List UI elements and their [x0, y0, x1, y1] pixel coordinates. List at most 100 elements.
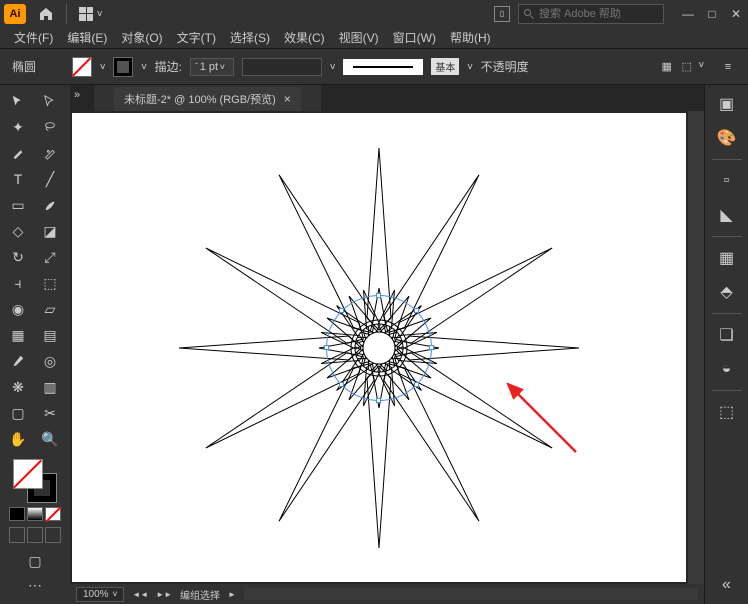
panel-collapse-tab[interactable] — [696, 340, 704, 380]
workspace-switcher[interactable]: ⅴ — [79, 7, 102, 21]
chevron-down-icon[interactable]: ⅴ — [699, 59, 704, 75]
selection-tool[interactable] — [4, 89, 32, 113]
gradient-tool[interactable]: ▤ — [36, 323, 64, 347]
fill-dropdown-icon[interactable]: ⅴ — [100, 61, 105, 72]
zoom-value: 100% — [83, 589, 109, 600]
opacity-label[interactable]: 不透明度 — [481, 58, 529, 75]
hand-tool[interactable]: ✋ — [4, 427, 32, 451]
main-area: ✦ T ╱ ▭ ◇ ◪ ↻ ⤢ ⫞ ⬚ ◉ ▱ ▦ ▤ ◎ ❋ — [0, 85, 748, 604]
scale-tool[interactable]: ⤢ — [36, 245, 64, 269]
menu-type[interactable]: 文字(T) — [171, 27, 222, 48]
shaper-tool[interactable]: ◇ — [4, 219, 32, 243]
color-mode-none[interactable] — [45, 507, 61, 521]
color-mode-solid[interactable] — [9, 507, 25, 521]
draw-inside[interactable] — [45, 527, 61, 543]
var-width-profile[interactable] — [242, 58, 322, 76]
close-button[interactable]: ✕ — [728, 6, 744, 22]
titlebar: Ai ⅴ ▯ — □ ✕ — [0, 0, 748, 27]
graph-tool[interactable]: ▥ — [36, 375, 64, 399]
selection-bounding-circle — [326, 295, 432, 401]
fill-swatch[interactable] — [72, 57, 92, 77]
direct-selection-tool[interactable] — [36, 89, 64, 113]
line-tool[interactable]: ╱ — [36, 167, 64, 191]
search-box[interactable] — [518, 4, 664, 24]
lasso-tool[interactable] — [36, 115, 64, 139]
rectangle-tool[interactable]: ▭ — [4, 193, 32, 217]
expand-panels-icon[interactable]: « — [714, 572, 740, 598]
maximize-button[interactable]: □ — [704, 6, 720, 22]
fill-color[interactable] — [13, 459, 43, 489]
search-input[interactable] — [539, 8, 659, 20]
menu-effect[interactable]: 效果(C) — [278, 27, 331, 48]
chevron-down-icon[interactable]: ⅴ — [467, 61, 472, 72]
stroke-weight-value: 1 pt — [200, 61, 218, 73]
perspective-tool[interactable]: ▱ — [36, 297, 64, 321]
menu-file[interactable]: 文件(F) — [8, 27, 59, 48]
eraser-tool[interactable]: ◪ — [36, 219, 64, 243]
transform-icon[interactable]: ⬚ — [679, 59, 695, 75]
arrange-docs-icon[interactable]: ▯ — [494, 6, 510, 22]
symbols-panel-icon[interactable]: ⬘ — [714, 279, 740, 305]
menu-object[interactable]: 对象(O) — [115, 27, 168, 48]
type-tool[interactable]: T — [4, 167, 32, 191]
shape-builder-tool[interactable]: ◉ — [4, 297, 32, 321]
color-mode-gradient[interactable] — [27, 507, 43, 521]
stroke-weight-input[interactable]: ˆ 1 pt ⅴ — [190, 58, 234, 76]
close-icon[interactable]: × — [284, 92, 291, 106]
menu-edit[interactable]: 编辑(E) — [61, 27, 113, 48]
canvas[interactable] — [72, 113, 686, 582]
document-tab[interactable]: 未标题-2* @ 100% (RGB/预览) × — [114, 87, 301, 111]
appearance-panel-icon[interactable]: ◒ — [714, 356, 740, 382]
layers-panel-icon[interactable]: ⬚ — [714, 399, 740, 425]
rotate-tool[interactable]: ↻ — [4, 245, 32, 269]
free-transform-tool[interactable]: ⬚ — [36, 271, 64, 295]
libraries-panel-icon[interactable]: ▫ — [714, 168, 740, 194]
symbol-sprayer-tool[interactable]: ❋ — [4, 375, 32, 399]
brush-definition[interactable] — [343, 59, 423, 75]
paintbrush-tool[interactable] — [36, 193, 64, 217]
curvature-tool[interactable] — [36, 141, 64, 165]
stroke-dropdown-icon[interactable]: ⅴ — [141, 61, 146, 72]
brushes-panel-icon[interactable]: ▦ — [714, 245, 740, 271]
color-panel-icon[interactable]: 🎨 — [714, 125, 740, 151]
width-tool[interactable]: ⫞ — [4, 271, 32, 295]
zoom-tool[interactable]: 🔍 — [36, 427, 64, 451]
properties-panel-icon[interactable]: ▣ — [714, 91, 740, 117]
screen-mode[interactable]: ▢ — [21, 549, 49, 573]
menu-help[interactable]: 帮助(H) — [444, 27, 497, 48]
magic-wand-tool[interactable]: ✦ — [4, 115, 32, 139]
status-label: 编组选择 — [180, 587, 220, 602]
expand-panels-icon[interactable]: » — [74, 89, 90, 105]
app-logo[interactable]: Ai — [4, 4, 26, 24]
mesh-tool[interactable]: ▦ — [4, 323, 32, 347]
edit-toolbar[interactable]: ⋯ — [21, 573, 49, 597]
draw-behind[interactable] — [27, 527, 43, 543]
align-icon[interactable]: ▦ — [659, 59, 675, 75]
swatches-panel-icon[interactable]: ◣ — [714, 202, 740, 228]
blend-tool[interactable]: ◎ — [36, 349, 64, 373]
menu-icon[interactable]: ≡ — [720, 59, 736, 75]
home-icon[interactable] — [38, 6, 54, 22]
eyedropper-tool[interactable] — [4, 349, 32, 373]
brush-label: 基本 — [431, 58, 459, 75]
fill-stroke-swatches[interactable] — [13, 459, 57, 503]
nav-next-icon[interactable]: ►► — [156, 590, 172, 599]
artboard-tool[interactable]: ▢ — [4, 401, 32, 425]
stroke-panel-icon[interactable]: ❏ — [714, 322, 740, 348]
nav-prev-icon[interactable]: ◄◄ — [132, 590, 148, 599]
document-area: » 未标题-2* @ 100% (RGB/预览) × — [70, 85, 704, 604]
right-panels: ▣ 🎨 ▫ ◣ ▦ ⬘ ❏ ◒ ⬚ « — [704, 85, 748, 604]
slice-tool[interactable]: ✂ — [36, 401, 64, 425]
stroke-swatch[interactable] — [113, 57, 133, 77]
menu-window[interactable]: 窗口(W) — [387, 27, 442, 48]
pen-tool[interactable] — [4, 141, 32, 165]
menu-view[interactable]: 视图(V) — [333, 27, 385, 48]
zoom-input[interactable]: 100% ⅴ — [76, 587, 124, 602]
search-icon — [523, 8, 535, 20]
chevron-down-icon[interactable]: ⅴ — [330, 61, 335, 72]
menu-select[interactable]: 选择(S) — [224, 27, 276, 48]
horizontal-scrollbar[interactable] — [244, 588, 698, 600]
tools-panel: ✦ T ╱ ▭ ◇ ◪ ↻ ⤢ ⫞ ⬚ ◉ ▱ ▦ ▤ ◎ ❋ — [0, 85, 70, 604]
draw-normal[interactable] — [9, 527, 25, 543]
minimize-button[interactable]: — — [680, 6, 696, 22]
